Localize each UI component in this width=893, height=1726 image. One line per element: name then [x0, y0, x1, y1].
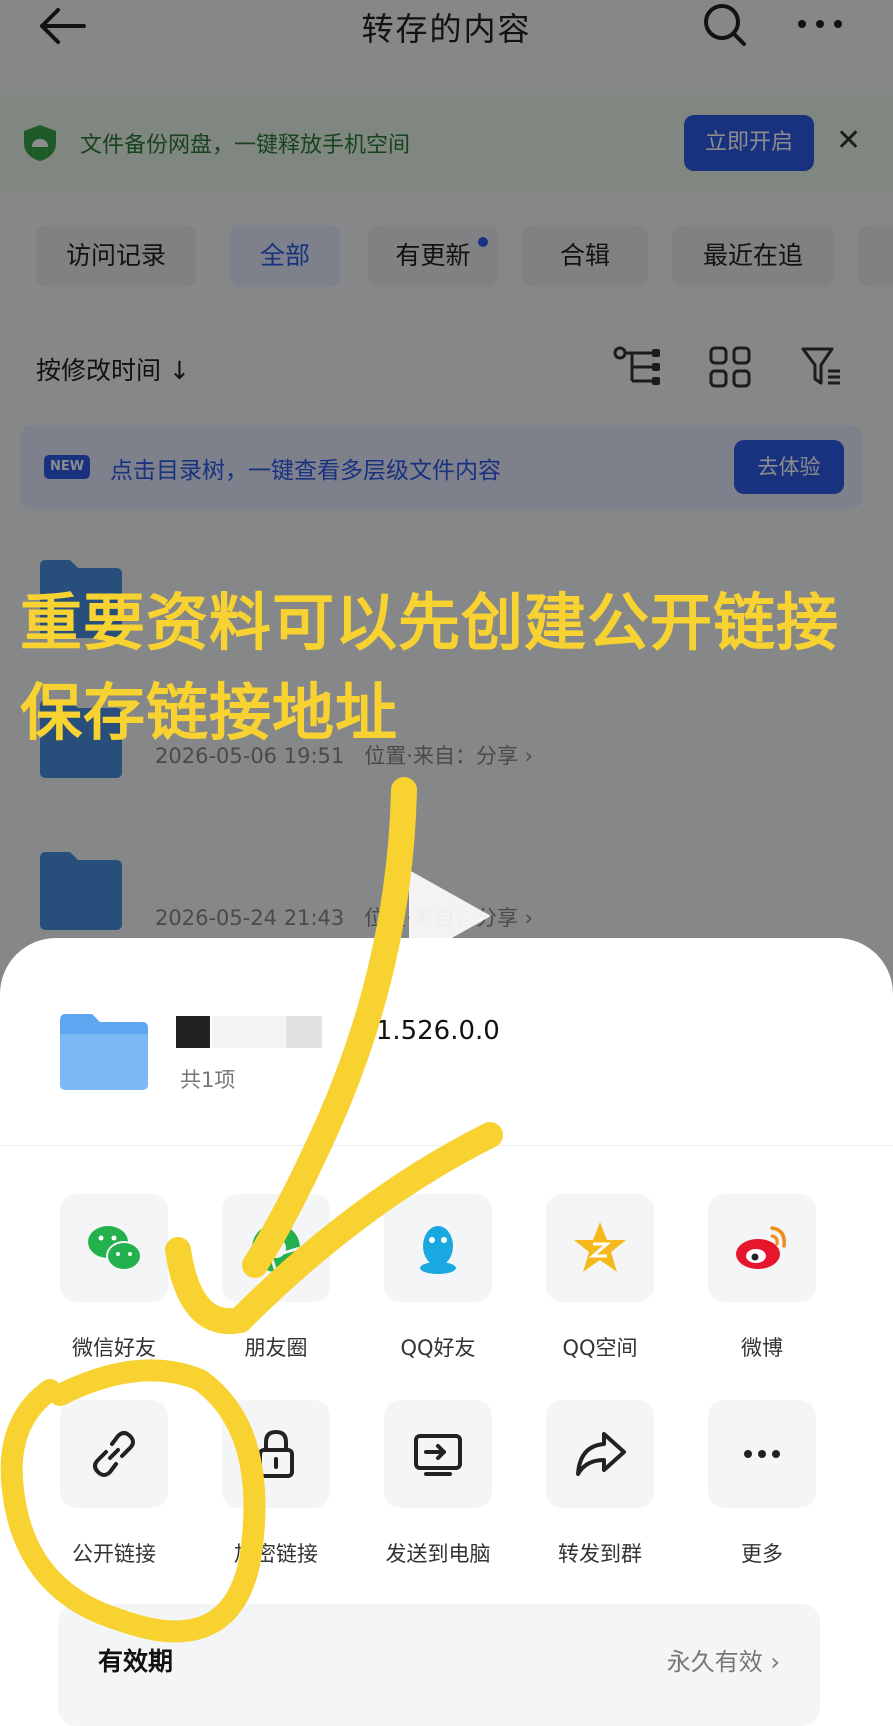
link-icon [93, 1431, 135, 1477]
share-icon-box [222, 1194, 330, 1302]
share-icon-box [708, 1194, 816, 1302]
moments-icon [251, 1223, 301, 1273]
more-icon [744, 1450, 780, 1458]
share-label: QQ空间 [562, 1336, 638, 1360]
share-icon-box [546, 1194, 654, 1302]
share-label: 更多 [741, 1542, 783, 1566]
share-label: 发送到电脑 [385, 1542, 491, 1566]
share-icon-box [60, 1194, 168, 1302]
share-moments[interactable]: 朋友圈 [206, 1194, 346, 1362]
send-to-pc-icon [414, 1434, 462, 1476]
lock-icon [258, 1429, 294, 1478]
share-label: 微博 [741, 1336, 783, 1360]
wechat-icon [88, 1226, 142, 1271]
share-label: 朋友圈 [244, 1336, 308, 1360]
caption-line-1: 重要资料可以先创建公开链接 [20, 586, 840, 659]
redacted-name [176, 1016, 210, 1048]
qzone-icon [574, 1222, 626, 1272]
share-icon-box [60, 1400, 168, 1508]
screen: 转存的内容 文件备份网盘，一键释放手机空间 立即开启 ✕ 访问记录 全部 有更新… [0, 0, 893, 1726]
item-count: 共1项 [180, 1068, 236, 1092]
redacted-name [212, 1016, 286, 1048]
share-encrypted-link[interactable]: 加密链接 [206, 1400, 346, 1568]
share-send-to-pc[interactable]: 发送到电脑 [368, 1400, 508, 1568]
share-icon-box [222, 1400, 330, 1508]
validity-label: 有效期 [98, 1647, 174, 1676]
share-wechat[interactable]: 微信好友 [44, 1194, 184, 1362]
share-sheet: V1.526.0.0 共1项 微信好友 朋友圈 QQ好友 QQ空间 微博 公开链… [0, 938, 893, 1726]
share-qzone[interactable]: QQ空间 [530, 1194, 670, 1362]
overlay-caption: 重要资料可以先创建公开链接 保存链接地址 [20, 578, 890, 758]
share-qq[interactable]: QQ好友 [368, 1194, 508, 1362]
weibo-icon [736, 1226, 786, 1269]
caption-line-2: 保存链接地址 [20, 676, 399, 749]
forward-icon [576, 1432, 626, 1476]
share-label: 加密链接 [234, 1542, 318, 1566]
shared-item-name: V1.526.0.0 [358, 1016, 500, 1046]
share-forward-to-group[interactable]: 转发到群 [530, 1400, 670, 1568]
share-more[interactable]: 更多 [692, 1400, 832, 1568]
share-public-link[interactable]: 公开链接 [44, 1400, 184, 1568]
share-label: QQ好友 [400, 1336, 476, 1360]
share-label: 公开链接 [72, 1542, 156, 1566]
share-weibo[interactable]: 微博 [692, 1194, 832, 1362]
qq-icon [420, 1226, 456, 1274]
share-icon-box [546, 1400, 654, 1508]
share-icon-box [384, 1194, 492, 1302]
share-label: 转发到群 [558, 1542, 642, 1566]
validity-row[interactable]: 有效期 永久有效 › [58, 1604, 820, 1726]
redacted-name [286, 1016, 322, 1048]
divider [0, 1145, 893, 1146]
share-label: 微信好友 [72, 1336, 156, 1360]
share-icon-box [384, 1400, 492, 1508]
folder-icon [60, 1014, 148, 1090]
share-icon-box [708, 1400, 816, 1508]
validity-value: 永久有效 › [666, 1648, 780, 1676]
